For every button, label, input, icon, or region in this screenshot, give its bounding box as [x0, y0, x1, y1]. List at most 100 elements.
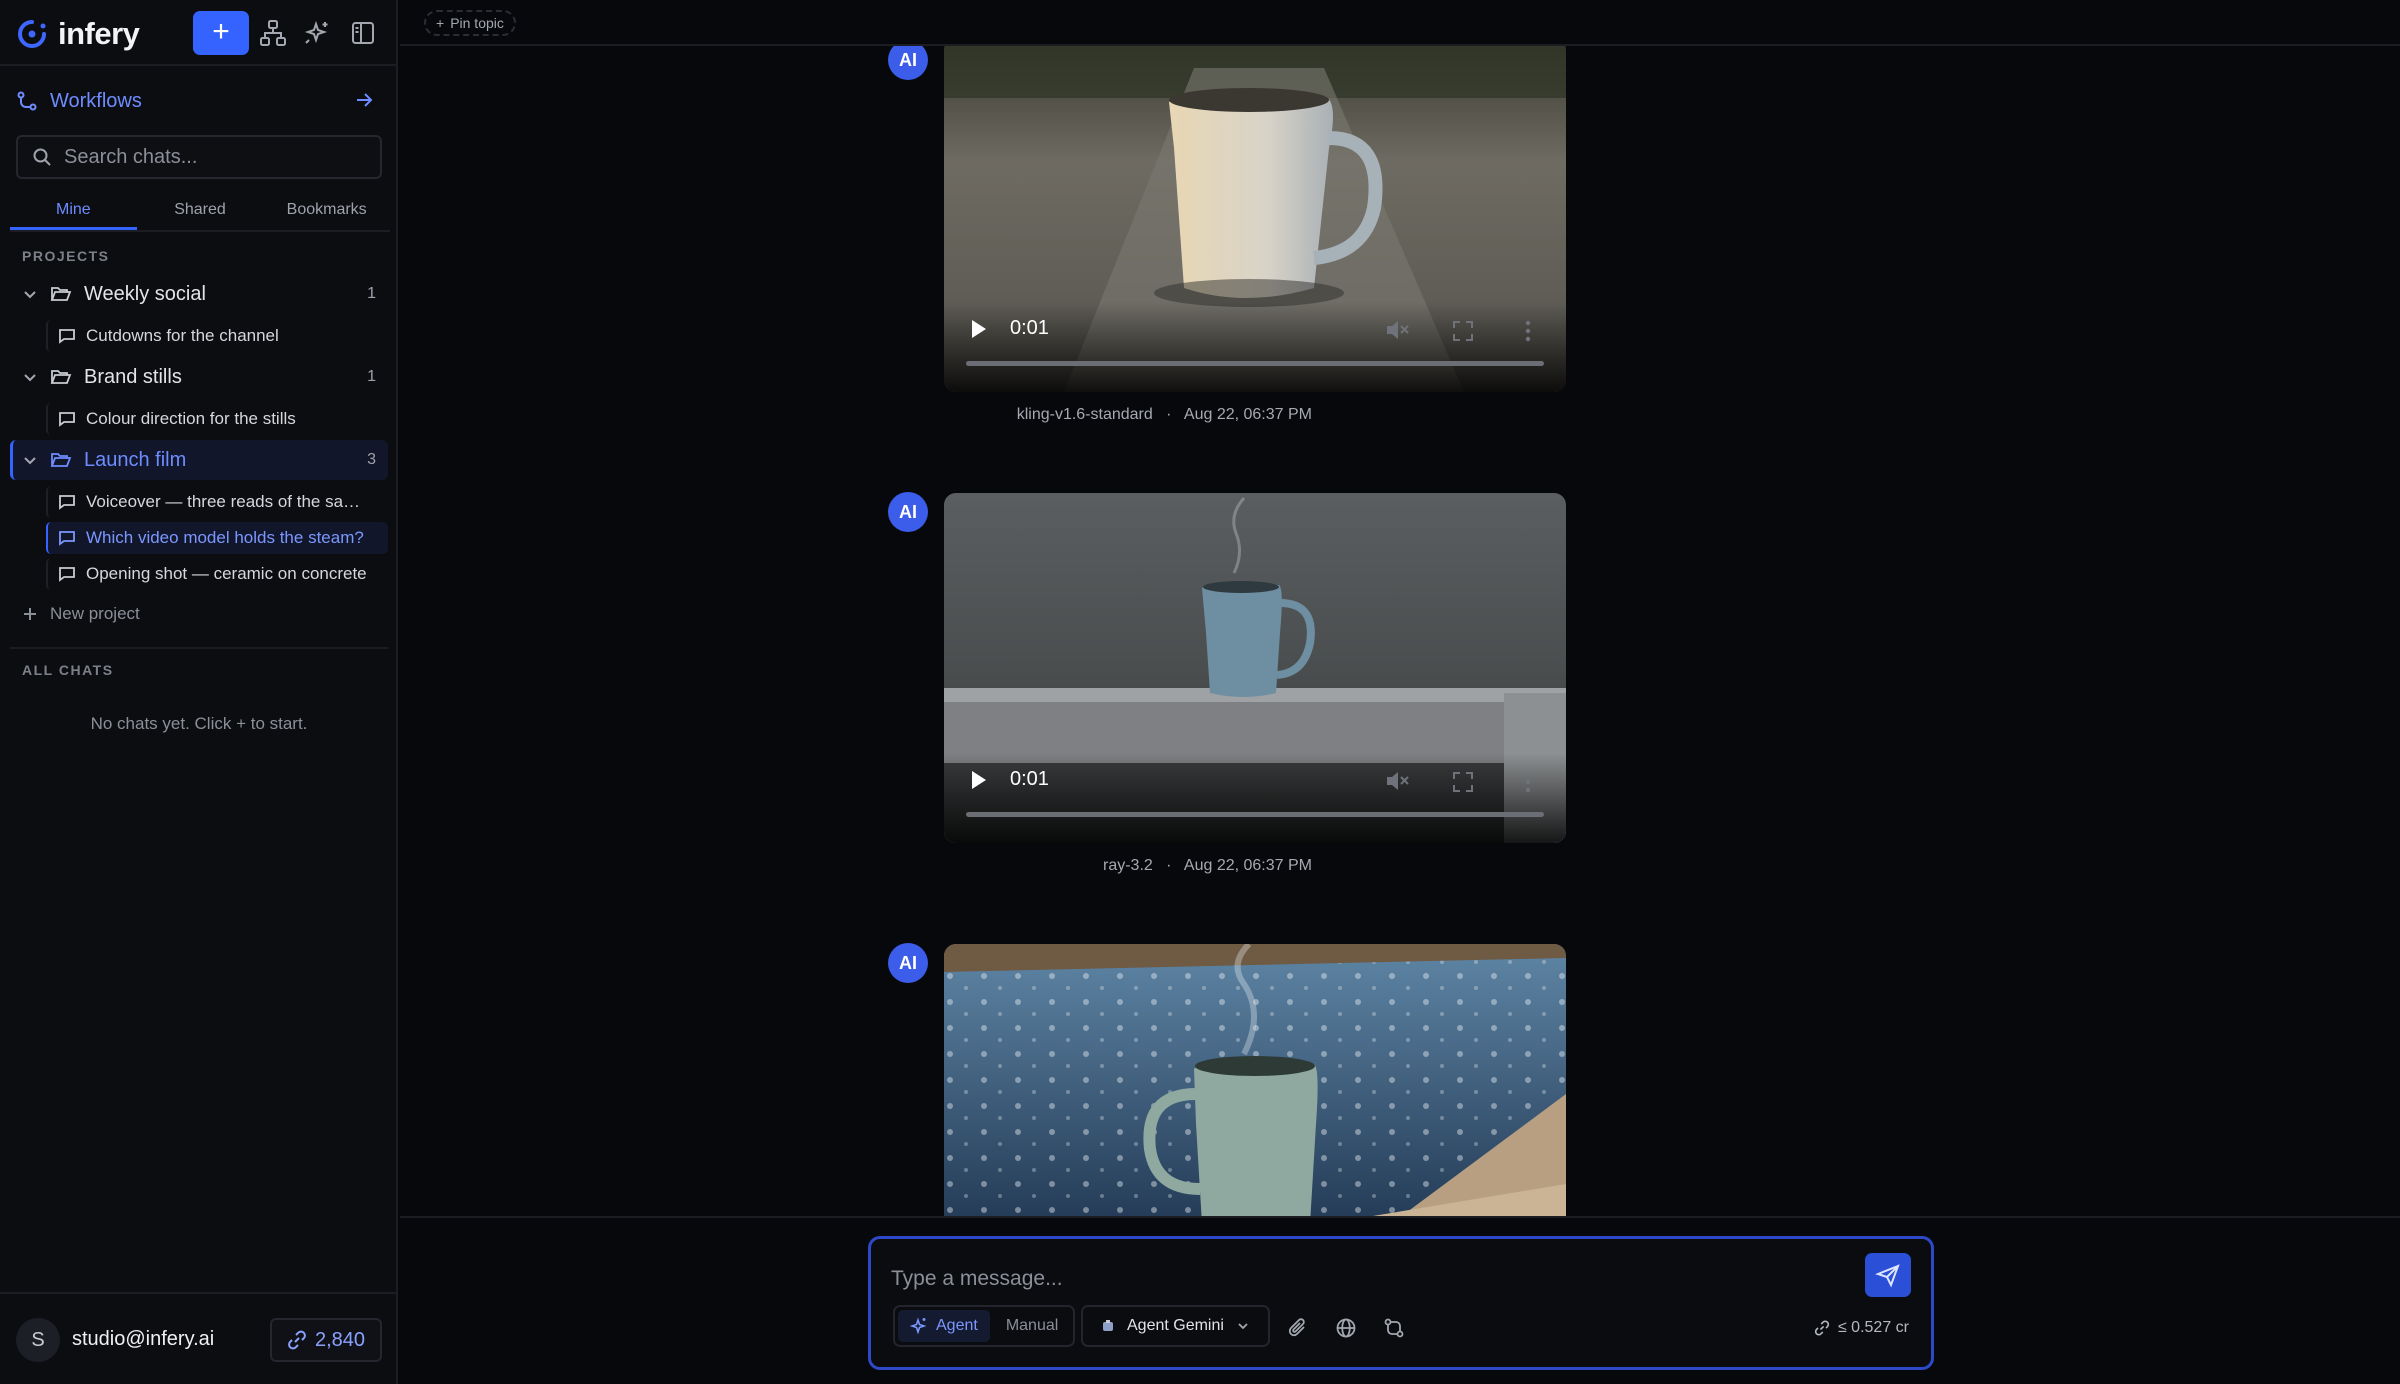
- credits-value: 2,840: [314, 1328, 366, 1351]
- mode-manual-label: Manual: [1005, 1317, 1059, 1334]
- new-project-label: New project: [50, 604, 140, 623]
- video-player[interactable]: 0:01: [944, 493, 1566, 843]
- folder-open-icon: [50, 287, 72, 301]
- project-count: 3: [367, 451, 376, 468]
- project-brand-stills[interactable]: Brand stills 1: [10, 357, 388, 397]
- chat-title: Which video model holds the steam?: [86, 528, 364, 547]
- composer: Agent Manual Agent Gemini ≤ 0.527 cr: [868, 1236, 1934, 1370]
- user-avatar[interactable]: S: [16, 1318, 60, 1362]
- sparkles-icon: [910, 1317, 927, 1335]
- chevron-down-icon[interactable]: [22, 286, 38, 302]
- project-launch-film[interactable]: Launch film 3: [10, 440, 388, 480]
- sidebar-divider: [10, 647, 388, 649]
- search-icon: [33, 148, 51, 166]
- video-progress-bar[interactable]: [966, 812, 1544, 817]
- new-project-button[interactable]: New project: [22, 604, 140, 624]
- mode-agent[interactable]: Agent: [898, 1310, 990, 1342]
- cost-estimate: ≤ 0.527 cr: [1814, 1319, 1909, 1337]
- model-name: kling-v1.6-standard: [1016, 406, 1153, 423]
- pin-topic-button[interactable]: + Pin topic: [424, 10, 516, 36]
- sidebar-footer: S studio@infery.ai 2,840: [0, 1292, 398, 1384]
- search-box[interactable]: [16, 135, 382, 179]
- project-count: 1: [367, 368, 376, 385]
- ai-avatar: AI: [888, 46, 928, 80]
- credits-button[interactable]: 2,840: [270, 1318, 382, 1362]
- mode-agent-label: Agent: [936, 1317, 978, 1334]
- workflow-icon[interactable]: [258, 18, 288, 48]
- message-feed[interactable]: AI 0:01 kling-v1.6-standard · Aug 22, 06…: [400, 46, 2400, 1216]
- exchange-icon[interactable]: [1383, 1317, 1405, 1339]
- sidebar-tabs: Mine Shared Bookmarks: [10, 196, 390, 232]
- send-icon: [1875, 1264, 1900, 1288]
- paperclip-icon[interactable]: [1287, 1317, 1309, 1339]
- chat-item-active[interactable]: Which video model holds the steam?: [46, 522, 388, 554]
- link-icon: [288, 1330, 306, 1350]
- app-logo[interactable]: infery: [16, 16, 140, 52]
- message-timestamp: Aug 22, 06:37 PM: [1183, 857, 1312, 874]
- plus-icon: [24, 608, 36, 620]
- fullscreen-icon[interactable]: [1452, 771, 1474, 793]
- workflows-link[interactable]: Workflows: [16, 84, 376, 118]
- video-controls: 0:01: [944, 302, 1566, 392]
- user-email[interactable]: studio@infery.ai: [72, 1328, 214, 1351]
- message-icon: [59, 531, 75, 546]
- mode-manual[interactable]: Manual: [994, 1310, 1070, 1342]
- new-chat-button[interactable]: +: [193, 11, 249, 55]
- play-icon[interactable]: [972, 771, 986, 789]
- tab-mine[interactable]: Mine: [10, 196, 137, 230]
- workflows-label: Workflows: [50, 89, 142, 112]
- folder-open-icon: [50, 370, 72, 384]
- chat-title: Voiceover — three reads of the sa…: [86, 492, 361, 511]
- mute-icon[interactable]: [1384, 769, 1410, 793]
- message-timestamp: Aug 22, 06:37 PM: [1183, 406, 1312, 423]
- workflow-branch-icon: [17, 91, 37, 111]
- model-icon: [1103, 1320, 1113, 1331]
- arrow-right-icon[interactable]: [352, 88, 376, 112]
- message-icon: [59, 329, 75, 344]
- project-name: Brand stills: [84, 365, 182, 388]
- video-player[interactable]: 0:01: [944, 46, 1566, 392]
- message-input[interactable]: [891, 1267, 1791, 1291]
- composer-area: Agent Manual Agent Gemini ≤ 0.527 cr: [400, 1216, 2400, 1384]
- meta-separator: ·: [1166, 857, 1172, 874]
- cost-value: ≤ 0.527 cr: [1837, 1319, 1909, 1336]
- chevron-down-icon[interactable]: [22, 452, 38, 468]
- video-controls: 0:01: [944, 753, 1566, 843]
- video-time: 0:01: [1010, 768, 1049, 790]
- project-name: Launch film: [84, 448, 187, 471]
- message-meta: ray-3.2 · Aug 22, 06:37 PM: [1103, 857, 1312, 875]
- more-vertical-icon[interactable]: [1524, 320, 1532, 342]
- panel-toggle-icon[interactable]: [348, 18, 378, 48]
- chat-item[interactable]: Opening shot — ceramic on concrete: [46, 558, 388, 590]
- sparkles-icon[interactable]: [302, 18, 332, 48]
- video-player[interactable]: [944, 944, 1566, 1216]
- ai-avatar: AI: [888, 943, 928, 983]
- plus-icon: +: [436, 15, 445, 31]
- mode-toggle: Agent Manual: [893, 1305, 1076, 1347]
- chat-title: Opening shot — ceramic on concrete: [86, 564, 367, 583]
- send-button[interactable]: [1865, 1253, 1911, 1297]
- video-time: 0:01: [1010, 317, 1049, 339]
- model-select[interactable]: Agent Gemini: [1081, 1305, 1270, 1347]
- tab-bookmarks[interactable]: Bookmarks: [263, 196, 390, 230]
- more-vertical-icon[interactable]: [1524, 771, 1532, 793]
- play-icon[interactable]: [972, 320, 986, 338]
- tab-shared[interactable]: Shared: [137, 196, 264, 230]
- fullscreen-icon[interactable]: [1452, 320, 1474, 342]
- chevron-down-icon[interactable]: [22, 369, 38, 385]
- message-icon: [59, 495, 75, 510]
- folder-open-icon: [50, 453, 72, 467]
- chat-item[interactable]: Voiceover — three reads of the sa…: [46, 486, 388, 518]
- message-icon: [59, 567, 75, 582]
- project-weekly-social[interactable]: Weekly social 1: [10, 274, 388, 314]
- mute-icon[interactable]: [1384, 318, 1410, 342]
- chat-item[interactable]: Colour direction for the stills: [46, 403, 388, 435]
- video-frame-mug-by-pool: [944, 944, 1566, 1216]
- message-meta: kling-v1.6-standard · Aug 22, 06:37 PM: [1017, 406, 1312, 424]
- chat-item[interactable]: Cutdowns for the channel: [46, 320, 388, 352]
- empty-chats-text: No chats yet. Click + to start.: [90, 714, 308, 733]
- video-progress-bar[interactable]: [966, 361, 1544, 366]
- search-input[interactable]: [64, 145, 364, 169]
- globe-icon[interactable]: [1335, 1317, 1357, 1339]
- link-icon: [1814, 1320, 1830, 1336]
